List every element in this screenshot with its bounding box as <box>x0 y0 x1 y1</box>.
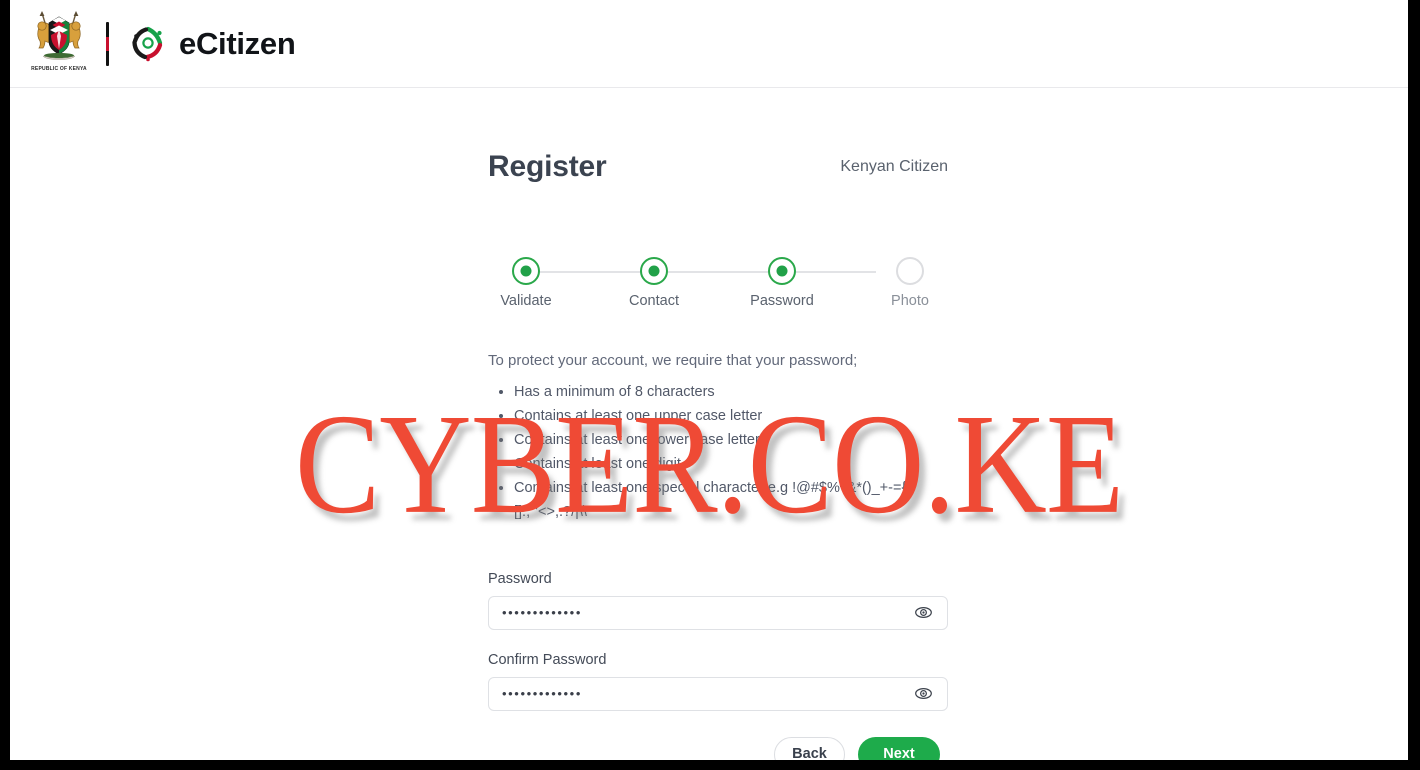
confirm-password-visibility-toggle[interactable] <box>913 684 933 704</box>
eye-icon <box>914 607 932 619</box>
ecitizen-logo-icon <box>132 26 163 62</box>
coat-of-arms-caption: REPUBLIC OF KENYA <box>31 66 87 72</box>
step-validate-dot <box>512 257 540 285</box>
password-field-group: Password ••••••••••••• <box>488 571 948 630</box>
brand-lockup[interactable]: REPUBLIC OF KENYA eCitizen <box>26 6 296 82</box>
step-photo-label: Photo <box>891 293 929 309</box>
coat-of-arms-icon <box>37 11 81 60</box>
password-visibility-toggle[interactable] <box>913 603 933 623</box>
step-password-label: Password <box>750 293 814 309</box>
confirm-password-label: Confirm Password <box>488 651 607 668</box>
next-button[interactable]: Next <box>858 736 940 760</box>
requirement-item: Contains at least one lower case letter <box>514 429 948 453</box>
flag-divider <box>106 22 109 66</box>
password-label: Password <box>488 570 552 587</box>
register-card: Register Kenyan Citizen Validate Contact <box>488 150 948 760</box>
page-title: Register <box>488 150 607 183</box>
confirm-password-input[interactable]: ••••••••••••• <box>488 676 948 711</box>
step-validate[interactable]: Validate <box>478 251 574 309</box>
password-requirements-intro: To protect your account, we require that… <box>488 352 858 369</box>
card-header: Register Kenyan Citizen <box>488 150 948 196</box>
coat-of-arms: REPUBLIC OF KENYA <box>26 9 92 79</box>
step-photo[interactable]: Photo <box>862 251 958 309</box>
step-validate-label: Validate <box>500 293 552 309</box>
step-password-dot <box>768 257 796 285</box>
confirm-password-field-group: Confirm Password ••••••••••••• <box>488 652 948 711</box>
page-root: REPUBLIC OF KENYA eCitizen Register Keny… <box>10 0 1408 760</box>
requirement-item: Contains at least one digit <box>514 453 948 477</box>
main-content: Register Kenyan Citizen Validate Contact <box>10 88 1408 760</box>
step-contact-label: Contact <box>629 293 679 309</box>
citizen-type-label: Kenyan Citizen <box>840 158 948 175</box>
confirm-password-value: ••••••••••••• <box>502 686 582 702</box>
step-password[interactable]: Password <box>734 251 830 309</box>
registration-stepper: Validate Contact Password Photo <box>494 251 929 313</box>
app-header: REPUBLIC OF KENYA eCitizen <box>10 0 1408 88</box>
step-contact[interactable]: Contact <box>606 251 702 309</box>
step-photo-dot <box>896 257 924 285</box>
back-button[interactable]: Back <box>774 736 845 760</box>
requirement-item: Contains at least one upper case letter <box>514 405 948 429</box>
password-input[interactable]: ••••••••••••• <box>488 595 948 630</box>
eye-icon <box>914 688 932 700</box>
brand-name: eCitizen <box>179 26 296 61</box>
step-contact-dot <box>640 257 668 285</box>
form-actions: Back Next <box>488 736 948 760</box>
requirement-item: Has a minimum of 8 characters <box>514 381 948 405</box>
requirement-item: Contains at least one special character … <box>514 477 948 525</box>
password-requirements-list: Has a minimum of 8 characters Contains a… <box>488 381 948 525</box>
password-value: ••••••••••••• <box>502 605 582 621</box>
screenshot-frame: REPUBLIC OF KENYA eCitizen Register Keny… <box>0 0 1420 770</box>
